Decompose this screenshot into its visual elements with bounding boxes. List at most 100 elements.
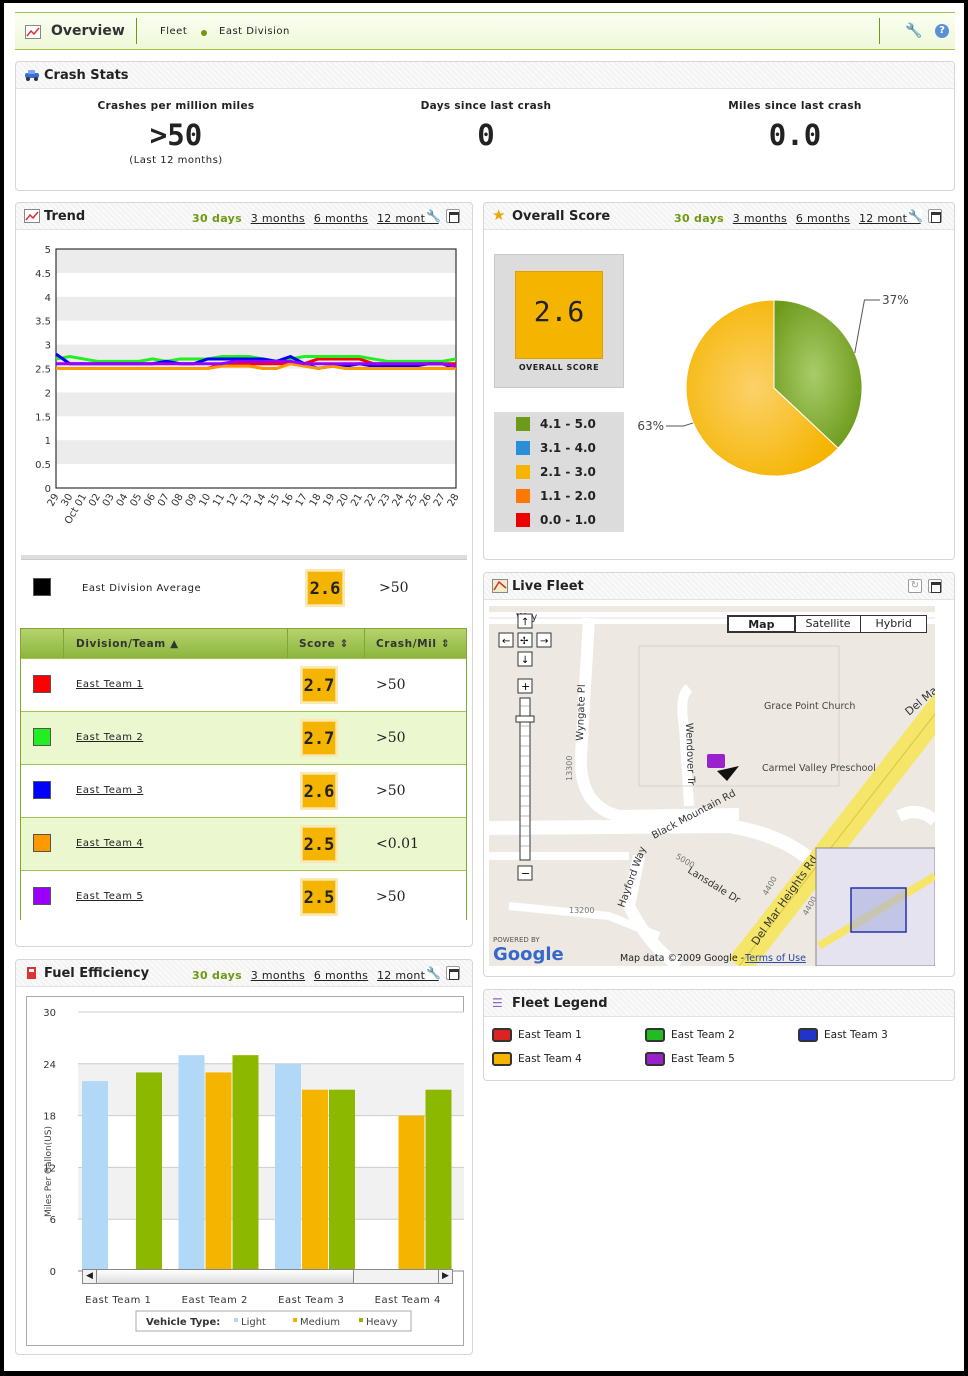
list-icon: ☰ bbox=[492, 996, 503, 1010]
team-link[interactable]: East Team 2 bbox=[76, 732, 143, 743]
vehicle-icon bbox=[492, 1028, 512, 1042]
scroll-left-icon[interactable]: ◀ bbox=[83, 1270, 97, 1283]
panel-title: Crash Stats bbox=[44, 68, 129, 83]
range-6-months[interactable]: 6 months bbox=[314, 212, 368, 225]
maximize-icon[interactable] bbox=[446, 966, 460, 980]
column-header-division[interactable]: Division/Team ▲ bbox=[76, 638, 179, 650]
y-tick-label: 0.5 bbox=[35, 460, 51, 471]
svg-text:↓: ↓ bbox=[521, 655, 529, 666]
help-icon[interactable]: ? bbox=[935, 24, 949, 38]
panel-title: Trend bbox=[44, 209, 86, 224]
x-tick-label: 04 bbox=[115, 492, 131, 509]
vehicle-icon bbox=[492, 1052, 512, 1066]
x-tick-label: 28 bbox=[446, 492, 462, 509]
column-header-score[interactable]: Score ⇕ bbox=[299, 638, 349, 650]
score-legend: 4.1 - 5.0 3.1 - 4.0 2.1 - 3.0 1.1 - 2.0 0.0 … bbox=[494, 412, 624, 532]
range-6-months[interactable]: 6 months bbox=[796, 212, 850, 225]
fleet-legend-label: East Team 4 bbox=[518, 1053, 582, 1065]
range-3-months[interactable]: 3 months bbox=[251, 212, 305, 225]
team-score: 2.5 bbox=[302, 827, 336, 861]
x-tick-label: 23 bbox=[377, 492, 393, 509]
legend-label: 4.1 - 5.0 bbox=[540, 417, 596, 431]
fleet-legend-item: East Team 2 bbox=[645, 1028, 735, 1042]
score-legend-item: 1.1 - 2.0 bbox=[516, 489, 596, 505]
y-tick-label: 5 bbox=[45, 245, 51, 256]
maximize-icon[interactable] bbox=[928, 209, 942, 223]
map-type-hybrid[interactable]: Hybrid bbox=[860, 616, 926, 632]
fuel-bar bbox=[275, 1063, 301, 1271]
stat-value: 0.0 bbox=[768, 118, 822, 152]
x-category-label: East Team 1 bbox=[85, 1295, 151, 1306]
map-type-satellite[interactable]: Satellite bbox=[794, 616, 861, 632]
maximize-icon[interactable] bbox=[928, 579, 942, 593]
maximize-icon[interactable] bbox=[446, 209, 460, 223]
range-30-days[interactable]: 30 days bbox=[192, 969, 242, 982]
table-row: East Team 5 2.5 >50 bbox=[21, 870, 466, 923]
score-legend-item: 3.1 - 4.0 bbox=[516, 441, 596, 457]
scroll-thumb[interactable] bbox=[98, 1270, 354, 1283]
map-poi-label: Carmel Valley Preschool bbox=[762, 763, 876, 774]
range-3-months[interactable]: 3 months bbox=[733, 212, 787, 225]
score-legend-item: 2.1 - 3.0 bbox=[516, 465, 596, 481]
team-link[interactable]: East Team 5 bbox=[76, 891, 143, 902]
division-average-score: 2.6 bbox=[307, 571, 343, 605]
y-tick-label: 0 bbox=[45, 484, 51, 495]
overall-score-box: 2.6 OVERALL SCORE bbox=[494, 254, 624, 388]
table-row: East Team 2 2.7 >50 bbox=[21, 711, 466, 764]
map-type-map[interactable]: Map bbox=[728, 616, 795, 632]
x-tick-label: 08 bbox=[170, 492, 186, 509]
grid-band bbox=[56, 440, 456, 465]
x-tick-label: 16 bbox=[280, 492, 296, 509]
column-header-crash[interactable]: Crash/Mil ⇕ bbox=[376, 638, 450, 650]
x-tick-label: 03 bbox=[101, 492, 117, 509]
fleet-legend-label: East Team 5 bbox=[671, 1053, 735, 1065]
fuel-legend-swatch bbox=[359, 1318, 363, 1322]
wrench-icon[interactable]: 🔧 bbox=[426, 966, 441, 980]
range-30-days[interactable]: 30 days bbox=[674, 212, 724, 225]
refresh-icon[interactable]: ↻ bbox=[908, 579, 922, 593]
map-street-label: 13300 bbox=[565, 756, 574, 781]
map-poi-label: Grace Point Church bbox=[764, 701, 855, 712]
fuel-bar bbox=[302, 1089, 328, 1271]
range-30-days[interactable]: 30 days bbox=[192, 212, 242, 225]
svg-text:↑: ↑ bbox=[521, 617, 529, 628]
team-link[interactable]: East Team 1 bbox=[76, 679, 143, 690]
legend-swatch bbox=[516, 441, 530, 455]
fuel-legend-swatch bbox=[293, 1318, 297, 1322]
wrench-icon[interactable]: 🔧 bbox=[905, 23, 922, 39]
fuel-bar bbox=[82, 1081, 108, 1271]
x-tick-label: 21 bbox=[349, 492, 365, 509]
range-3-months[interactable]: 3 months bbox=[251, 969, 305, 982]
legend-swatch bbox=[516, 513, 530, 527]
panel-title: Overall Score bbox=[512, 209, 611, 224]
wrench-icon[interactable]: 🔧 bbox=[426, 209, 441, 223]
y-tick-label: 18 bbox=[43, 1112, 56, 1123]
wrench-icon[interactable]: 🔧 bbox=[908, 209, 923, 223]
x-tick-label: 27 bbox=[432, 492, 448, 509]
breadcrumb-east-division[interactable]: East Division bbox=[219, 26, 290, 37]
range-6-months[interactable]: 6 months bbox=[314, 969, 368, 982]
fleet-legend-item: East Team 4 bbox=[492, 1052, 582, 1066]
legend-swatch bbox=[516, 489, 530, 503]
legend-label: 0.0 - 1.0 bbox=[540, 513, 596, 527]
x-tick-label: 12 bbox=[225, 492, 241, 509]
scroll-right-icon[interactable]: ▶ bbox=[438, 1270, 452, 1283]
grid-band bbox=[56, 392, 456, 417]
score-legend-item: 4.1 - 5.0 bbox=[516, 417, 596, 433]
y-tick-label: 1 bbox=[45, 436, 51, 447]
x-tick-label: 02 bbox=[87, 492, 103, 509]
chart-scrollbar[interactable]: ◀ ▶ bbox=[82, 1269, 453, 1284]
x-category-label: East Team 3 bbox=[278, 1295, 344, 1306]
score-legend-item: 0.0 - 1.0 bbox=[516, 513, 596, 529]
terms-of-use-link[interactable]: Terms of Use bbox=[744, 953, 806, 964]
map-view[interactable]: Way Wyngate Pl Wendover Tr Black Mountai… bbox=[489, 606, 935, 966]
map-type-toggle: Map Satellite Hybrid bbox=[727, 615, 927, 633]
team-link[interactable]: East Team 4 bbox=[76, 838, 143, 849]
breadcrumb-fleet[interactable]: Fleet bbox=[160, 26, 187, 37]
fuel-bar bbox=[329, 1089, 355, 1271]
legend-label: 3.1 - 4.0 bbox=[540, 441, 596, 455]
team-color-swatch bbox=[33, 887, 51, 905]
x-tick-label: 14 bbox=[253, 492, 269, 509]
x-tick-label: 26 bbox=[418, 492, 434, 509]
team-link[interactable]: East Team 3 bbox=[76, 785, 143, 796]
